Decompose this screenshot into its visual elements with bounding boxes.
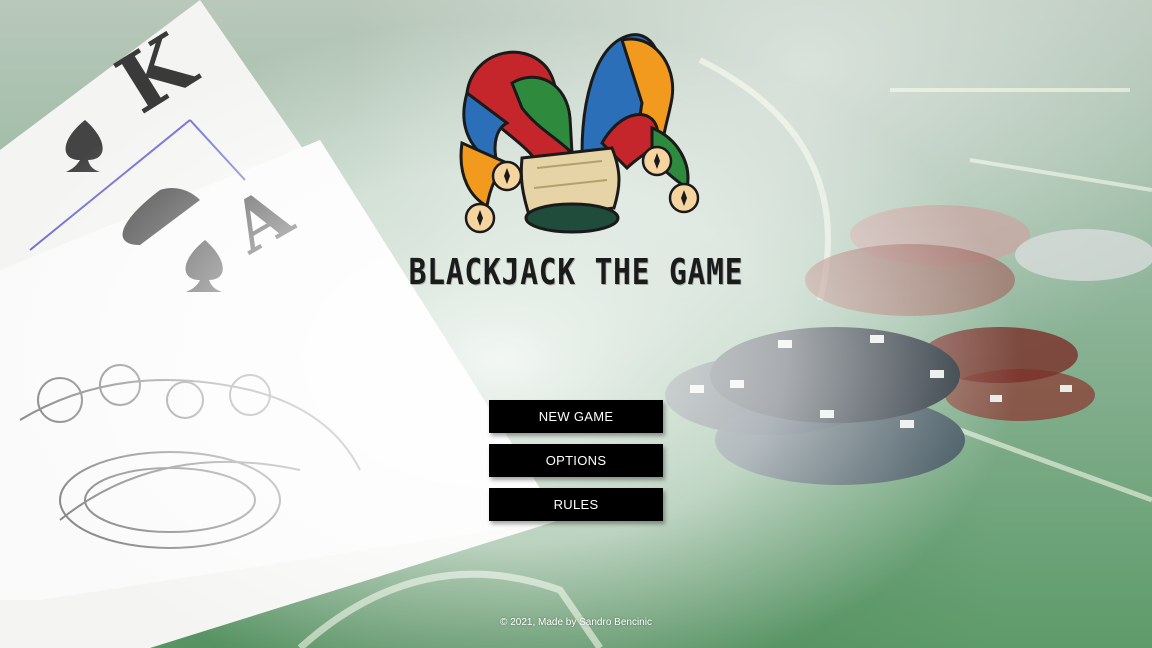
- main-menu-screen: K A: [0, 0, 1152, 648]
- rules-button[interactable]: RULES: [489, 488, 663, 521]
- options-button[interactable]: OPTIONS: [489, 444, 663, 477]
- jester-hat-icon: [452, 28, 702, 238]
- footer-credit: © 2021, Made by Sandro Bencinic: [500, 617, 652, 628]
- main-menu: NEW GAME OPTIONS RULES: [489, 400, 663, 532]
- new-game-button[interactable]: NEW GAME: [489, 400, 663, 433]
- game-title: BLACKJACK THE GAME: [408, 252, 744, 293]
